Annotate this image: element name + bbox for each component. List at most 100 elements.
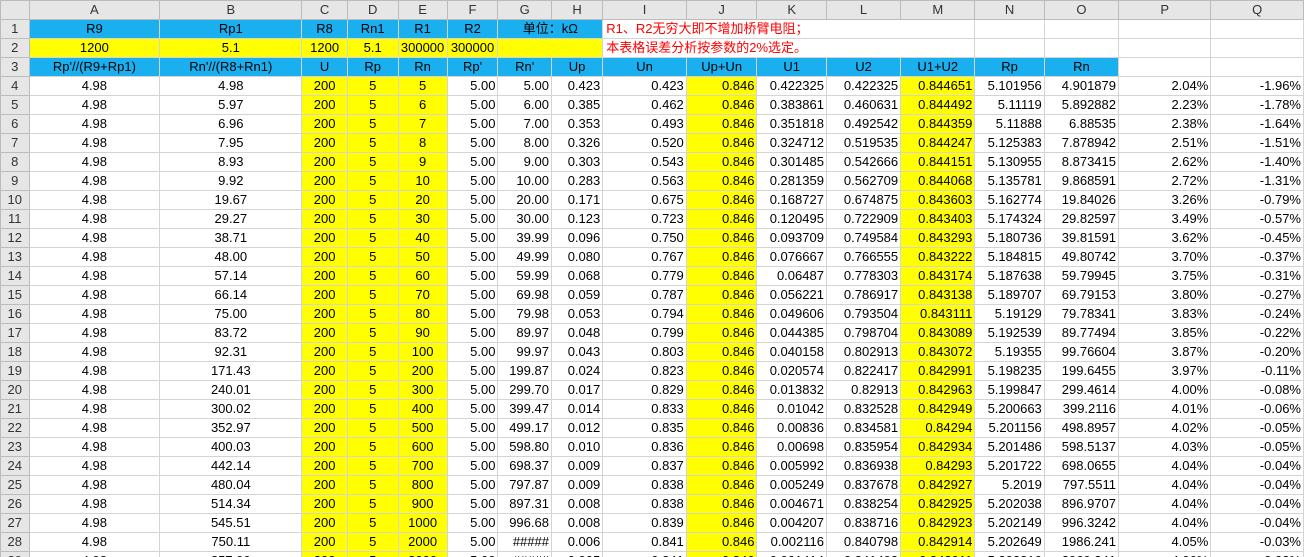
column-header-O[interactable]: O bbox=[1043, 0, 1120, 20]
cell-I13[interactable]: 0.767 bbox=[602, 247, 687, 267]
cell-E3[interactable]: Rn bbox=[397, 57, 448, 77]
cell-J15[interactable]: 0.846 bbox=[685, 285, 758, 305]
cell-I7[interactable]: 0.520 bbox=[602, 133, 687, 153]
cell-O1[interactable] bbox=[1043, 19, 1120, 39]
cell-E25[interactable]: 800 bbox=[397, 475, 448, 495]
cell-N9[interactable]: 5.135781 bbox=[974, 171, 1045, 191]
cell-C25[interactable]: 200 bbox=[301, 475, 348, 495]
cell-I1-note[interactable]: R1、R2无穷大即不增加桥臂电阻； bbox=[602, 19, 976, 39]
cell-A26[interactable]: 4.98 bbox=[28, 494, 161, 514]
column-header-F[interactable]: F bbox=[446, 0, 499, 20]
cell-P12[interactable]: 3.62% bbox=[1117, 228, 1212, 248]
cell-Q7[interactable]: -1.51% bbox=[1210, 133, 1304, 153]
column-header-E[interactable]: E bbox=[397, 0, 448, 20]
cell-M29[interactable]: 0.842911 bbox=[900, 551, 976, 557]
cell-H15[interactable]: 0.059 bbox=[550, 285, 604, 305]
cell-P27[interactable]: 4.04% bbox=[1117, 513, 1212, 533]
cell-Q19[interactable]: -0.11% bbox=[1210, 361, 1304, 381]
cell-L27[interactable]: 0.838716 bbox=[825, 513, 902, 533]
row-header-29[interactable]: 29 bbox=[0, 551, 30, 557]
cell-M17[interactable]: 0.843089 bbox=[900, 323, 976, 343]
cell-O15[interactable]: 69.79153 bbox=[1043, 285, 1120, 305]
cell-L11[interactable]: 0.722909 bbox=[825, 209, 902, 229]
row-header-4[interactable]: 4 bbox=[0, 76, 30, 96]
cell-B27[interactable]: 545.51 bbox=[159, 513, 303, 533]
row-header-3[interactable]: 3 bbox=[0, 57, 30, 77]
cell-Q1[interactable] bbox=[1210, 19, 1304, 39]
cell-E1[interactable]: R1 bbox=[397, 19, 448, 39]
cell-A21[interactable]: 4.98 bbox=[28, 399, 161, 419]
cell-M12[interactable]: 0.843293 bbox=[900, 228, 976, 248]
cell-E21[interactable]: 400 bbox=[397, 399, 448, 419]
cell-K19[interactable]: 0.020574 bbox=[756, 361, 827, 381]
cell-L14[interactable]: 0.778303 bbox=[825, 266, 902, 286]
cell-E24[interactable]: 700 bbox=[397, 456, 448, 476]
cell-F7[interactable]: 5.00 bbox=[446, 133, 499, 153]
cell-O29[interactable]: 2969.341 bbox=[1043, 551, 1120, 557]
cell-K13[interactable]: 0.076667 bbox=[756, 247, 827, 267]
cell-E27[interactable]: 1000 bbox=[397, 513, 448, 533]
cell-L17[interactable]: 0.798704 bbox=[825, 323, 902, 343]
cell-G8[interactable]: 9.00 bbox=[497, 152, 552, 172]
cell-C14[interactable]: 200 bbox=[301, 266, 348, 286]
cell-M21[interactable]: 0.842949 bbox=[900, 399, 976, 419]
cell-D2[interactable]: 5.1 bbox=[346, 38, 399, 58]
cell-I28[interactable]: 0.841 bbox=[602, 532, 687, 552]
cell-O6[interactable]: 6.88535 bbox=[1043, 114, 1120, 134]
cell-H21[interactable]: 0.014 bbox=[550, 399, 604, 419]
cell-L5[interactable]: 0.460631 bbox=[825, 95, 902, 115]
cell-Q14[interactable]: -0.31% bbox=[1210, 266, 1304, 286]
cell-N14[interactable]: 5.187638 bbox=[974, 266, 1045, 286]
cell-L13[interactable]: 0.766555 bbox=[825, 247, 902, 267]
cell-O23[interactable]: 598.5137 bbox=[1043, 437, 1120, 457]
cell-I21[interactable]: 0.833 bbox=[602, 399, 687, 419]
cell-I18[interactable]: 0.803 bbox=[602, 342, 687, 362]
cell-J4[interactable]: 0.846 bbox=[685, 76, 758, 96]
cell-H16[interactable]: 0.053 bbox=[550, 304, 604, 324]
cell-D23[interactable]: 5 bbox=[346, 437, 399, 457]
cell-A15[interactable]: 4.98 bbox=[28, 285, 161, 305]
cell-B28[interactable]: 750.11 bbox=[159, 532, 303, 552]
cell-D19[interactable]: 5 bbox=[346, 361, 399, 381]
column-header-M[interactable]: M bbox=[900, 0, 976, 20]
cell-N1[interactable] bbox=[974, 19, 1045, 39]
cell-C23[interactable]: 200 bbox=[301, 437, 348, 457]
cell-O20[interactable]: 299.4614 bbox=[1043, 380, 1120, 400]
cell-I4[interactable]: 0.423 bbox=[602, 76, 687, 96]
cell-M14[interactable]: 0.843174 bbox=[900, 266, 976, 286]
cell-E14[interactable]: 60 bbox=[397, 266, 448, 286]
cell-P24[interactable]: 4.04% bbox=[1117, 456, 1212, 476]
cell-K29[interactable]: 0.001414 bbox=[756, 551, 827, 557]
cell-M18[interactable]: 0.843072 bbox=[900, 342, 976, 362]
cell-B3[interactable]: Rn'//(R8+Rn1) bbox=[159, 57, 303, 77]
cell-G18[interactable]: 99.97 bbox=[497, 342, 552, 362]
cell-D22[interactable]: 5 bbox=[346, 418, 399, 438]
cell-O14[interactable]: 59.79945 bbox=[1043, 266, 1120, 286]
row-header-20[interactable]: 20 bbox=[0, 380, 30, 400]
cell-B8[interactable]: 8.93 bbox=[159, 152, 303, 172]
column-header-D[interactable]: D bbox=[346, 0, 399, 20]
cell-K12[interactable]: 0.093709 bbox=[756, 228, 827, 248]
cell-N3[interactable]: Rp bbox=[974, 57, 1045, 77]
cell-L21[interactable]: 0.832528 bbox=[825, 399, 902, 419]
cell-A18[interactable]: 4.98 bbox=[28, 342, 161, 362]
cell-Q13[interactable]: -0.37% bbox=[1210, 247, 1304, 267]
cell-K26[interactable]: 0.004671 bbox=[756, 494, 827, 514]
cell-L12[interactable]: 0.749584 bbox=[825, 228, 902, 248]
cell-G21[interactable]: 399.47 bbox=[497, 399, 552, 419]
cell-M24[interactable]: 0.84293 bbox=[900, 456, 976, 476]
cell-P14[interactable]: 3.75% bbox=[1117, 266, 1212, 286]
cell-I8[interactable]: 0.543 bbox=[602, 152, 687, 172]
cell-I14[interactable]: 0.779 bbox=[602, 266, 687, 286]
cell-D11[interactable]: 5 bbox=[346, 209, 399, 229]
cell-I27[interactable]: 0.839 bbox=[602, 513, 687, 533]
row-header-25[interactable]: 25 bbox=[0, 475, 30, 495]
cell-G28[interactable]: ##### bbox=[497, 532, 552, 552]
cell-I23[interactable]: 0.836 bbox=[602, 437, 687, 457]
cell-N2[interactable] bbox=[974, 38, 1045, 58]
cell-G9[interactable]: 10.00 bbox=[497, 171, 552, 191]
cell-D3[interactable]: Rp bbox=[346, 57, 399, 77]
cell-P13[interactable]: 3.70% bbox=[1117, 247, 1212, 267]
cell-A13[interactable]: 4.98 bbox=[28, 247, 161, 267]
column-header-C[interactable]: C bbox=[301, 0, 348, 20]
